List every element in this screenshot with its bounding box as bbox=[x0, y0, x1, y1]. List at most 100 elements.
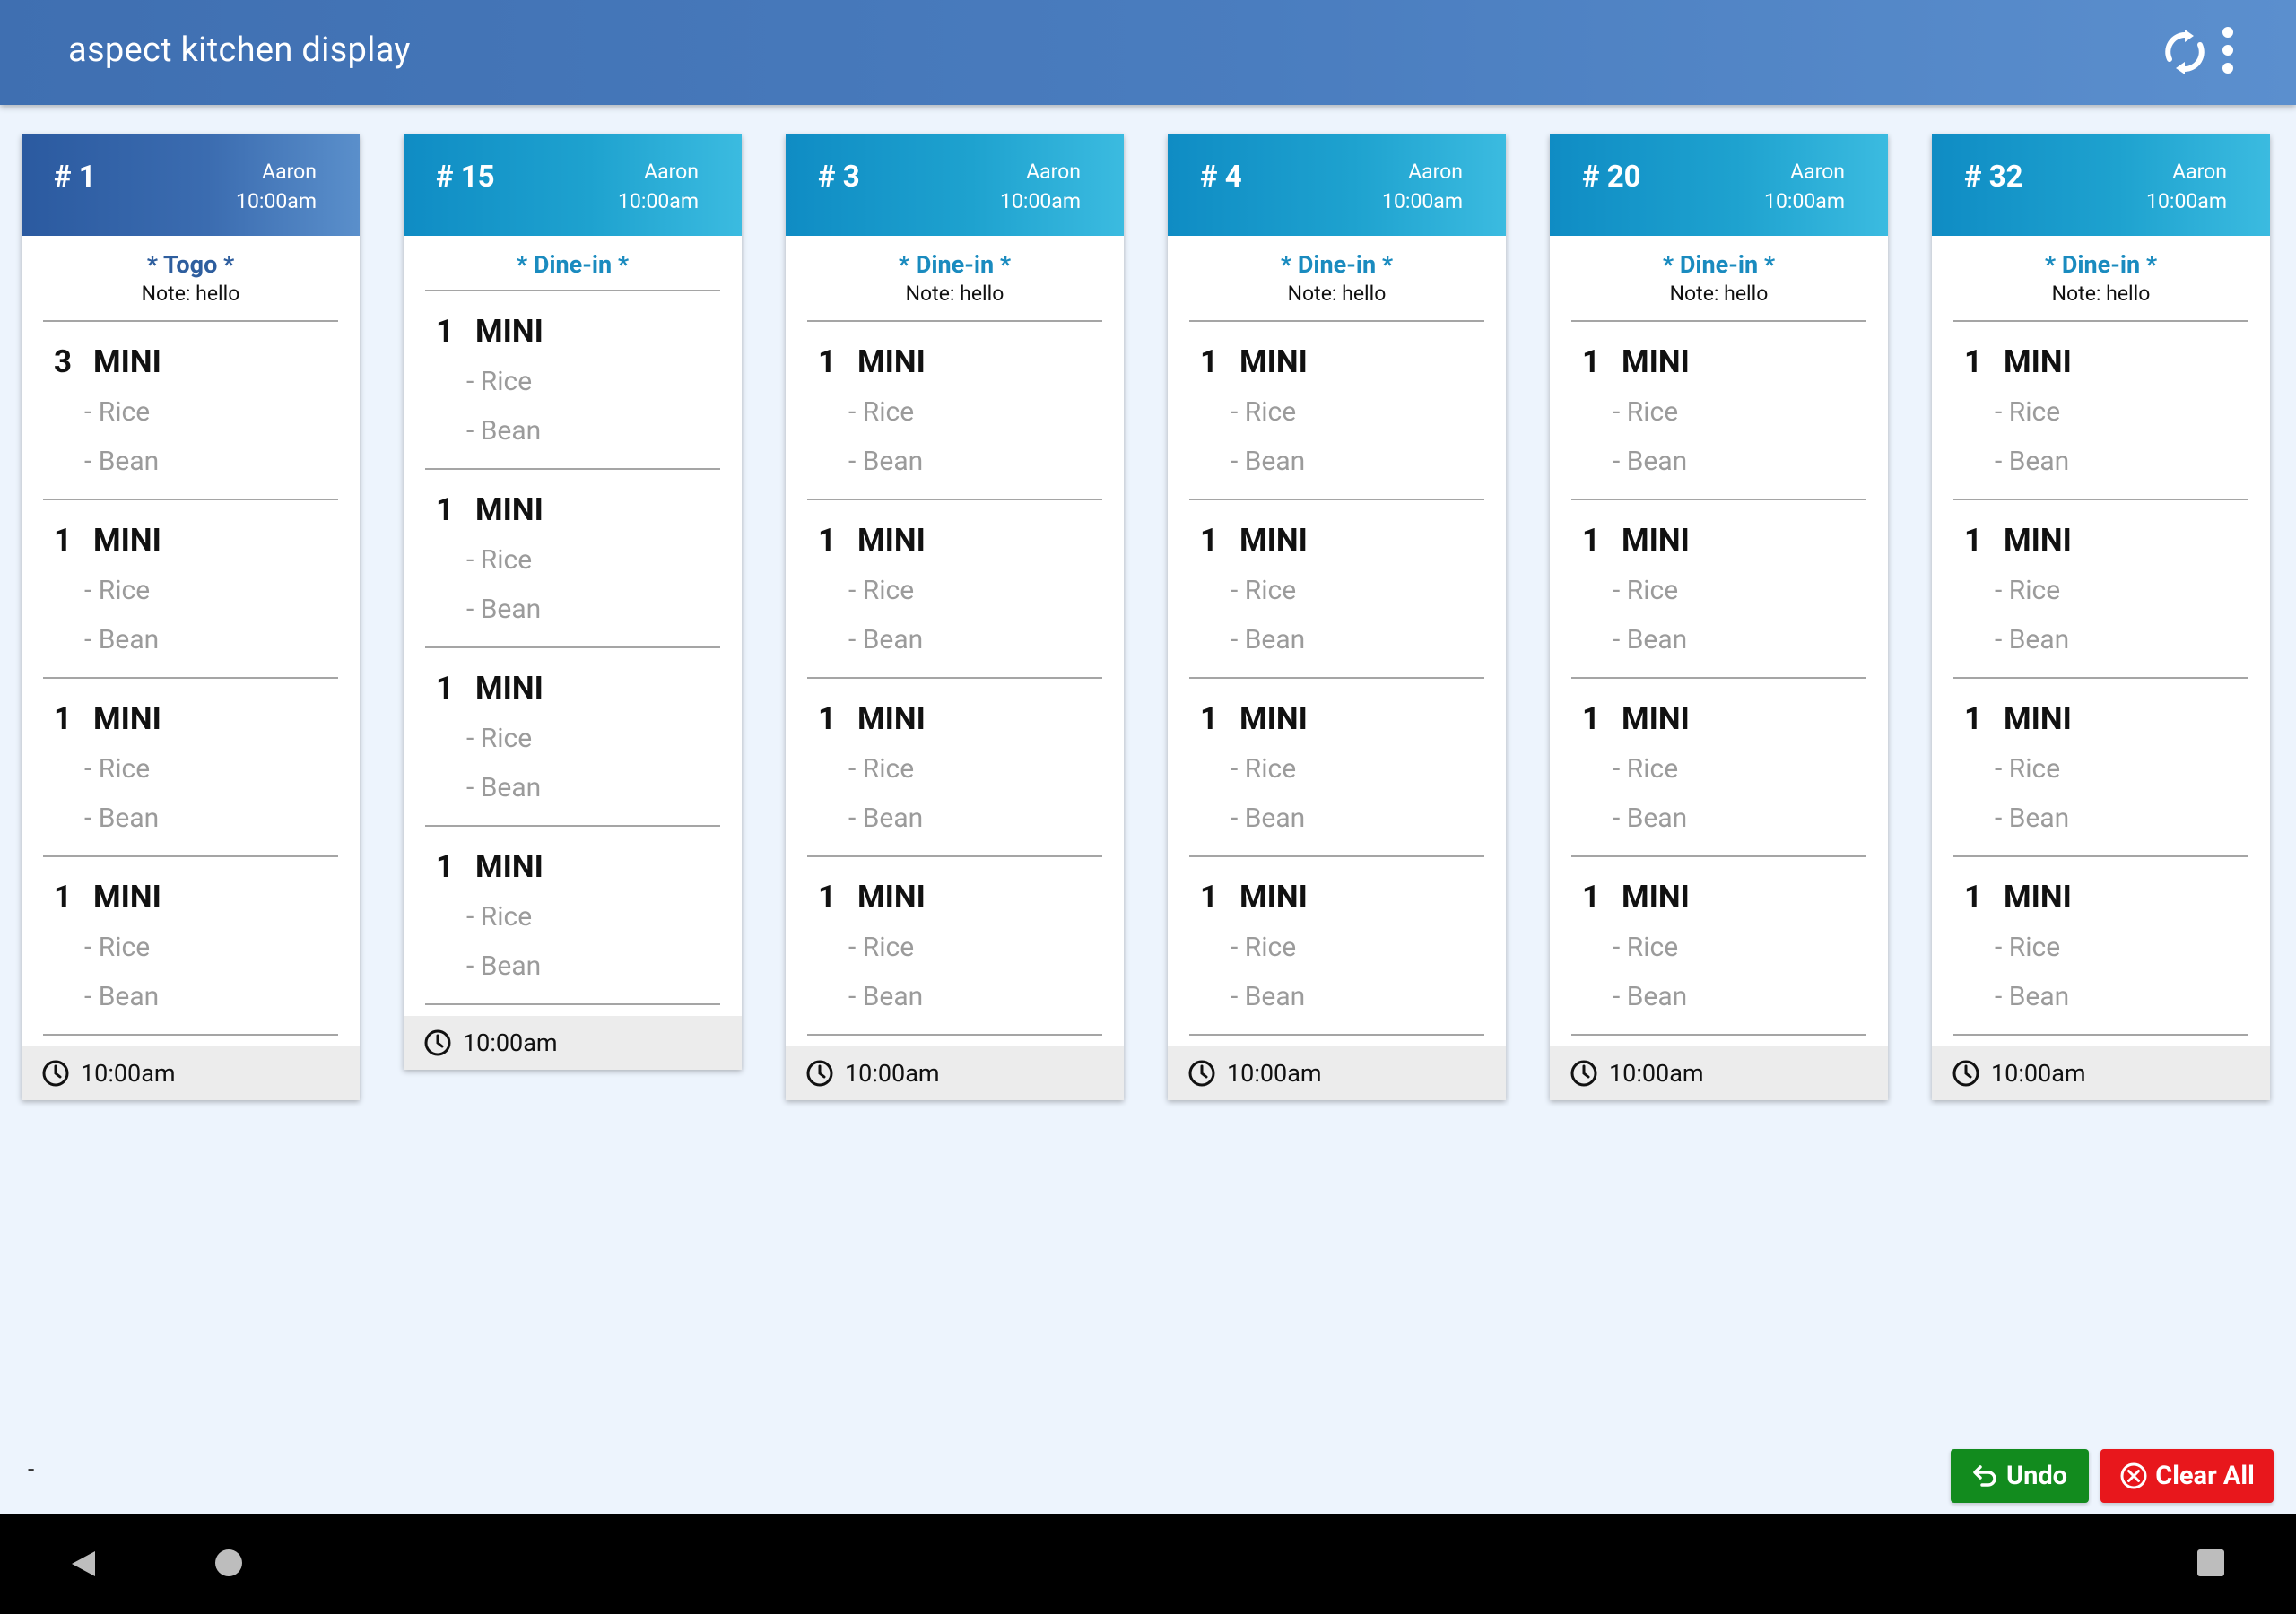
order-item[interactable]: 1 MINI - Rice - Bean bbox=[425, 470, 720, 648]
cancel-circle-icon bbox=[2120, 1462, 2147, 1489]
ticket-footer: 10:00am bbox=[786, 1046, 1124, 1100]
item-qty: 1 bbox=[1964, 522, 1983, 559]
item-modifier: - Bean bbox=[1613, 446, 1688, 477]
item-name: MINI bbox=[1622, 522, 1690, 559]
item-name: MINI bbox=[93, 343, 161, 380]
item-modifier: - Rice bbox=[848, 396, 915, 428]
item-modifier: - Rice bbox=[84, 575, 151, 606]
item-name: MINI bbox=[1239, 343, 1308, 380]
order-item[interactable]: 1 MINI - Rice - Bean bbox=[43, 679, 338, 857]
order-item[interactable]: 3 MINI - Rice - Bean bbox=[43, 322, 338, 500]
order-note: Note: hello bbox=[1669, 282, 1769, 306]
item-name: MINI bbox=[857, 522, 926, 559]
item-name: MINI bbox=[93, 700, 161, 737]
item-modifier: - Rice bbox=[1231, 396, 1297, 428]
order-item[interactable]: 1 MINI - Rice - Bean bbox=[807, 500, 1102, 679]
order-item[interactable]: 1 MINI - Rice - Bean bbox=[1189, 322, 1484, 500]
item-name: MINI bbox=[2004, 879, 2072, 915]
order-ticket[interactable]: # 20 Aaron 10:00am * Dine-in * Note: hel… bbox=[1550, 134, 1888, 1100]
item-modifier: - Rice bbox=[848, 575, 915, 606]
order-item[interactable]: 1 MINI - Rice - Bean bbox=[1571, 857, 1866, 1036]
item-modifier: - Rice bbox=[466, 366, 533, 397]
item-qty: 1 bbox=[54, 700, 73, 737]
ticket-meta: Aaron 10:00am bbox=[1764, 157, 1845, 216]
footer-time: 10:00am bbox=[845, 1059, 940, 1088]
clear-all-button[interactable]: Clear All bbox=[2100, 1449, 2274, 1503]
undo-button[interactable]: Undo bbox=[1951, 1449, 2089, 1503]
order-ticket[interactable]: # 3 Aaron 10:00am * Dine-in * Note: hell… bbox=[786, 134, 1124, 1100]
item-modifier: - Rice bbox=[466, 723, 533, 754]
order-item[interactable]: 1 MINI - Rice - Bean bbox=[1953, 857, 2248, 1036]
order-item[interactable]: 1 MINI - Rice - Bean bbox=[1189, 500, 1484, 679]
item-name: MINI bbox=[2004, 700, 2072, 737]
order-item[interactable]: 1 MINI - Rice - Bean bbox=[807, 679, 1102, 857]
order-item[interactable]: 1 MINI - Rice - Bean bbox=[425, 648, 720, 827]
order-item[interactable]: 1 MINI - Rice - Bean bbox=[1953, 500, 2248, 679]
order-item[interactable]: 1 MINI - Rice - Bean bbox=[807, 322, 1102, 500]
order-item[interactable]: 1 MINI - Rice - Bean bbox=[425, 827, 720, 1005]
item-qty: 1 bbox=[1200, 700, 1219, 737]
ticket-header: # 3 Aaron 10:00am bbox=[786, 134, 1124, 236]
item-qty: 1 bbox=[818, 879, 837, 915]
back-icon[interactable] bbox=[70, 1549, 97, 1578]
order-item[interactable]: 1 MINI - Rice - Bean bbox=[1571, 322, 1866, 500]
order-item[interactable]: 1 MINI - Rice - Bean bbox=[1189, 857, 1484, 1036]
item-modifier: - Bean bbox=[1613, 624, 1688, 655]
order-time: 10:00am bbox=[1764, 189, 1845, 213]
item-modifier: - Rice bbox=[466, 544, 533, 576]
server-name: Aaron bbox=[644, 160, 699, 184]
order-type: * Dine-in * bbox=[516, 250, 630, 279]
item-qty: 3 bbox=[54, 343, 73, 380]
item-modifier: - Rice bbox=[1995, 575, 2061, 606]
item-modifier: - Bean bbox=[1231, 446, 1306, 477]
order-item[interactable]: 1 MINI - Rice - Bean bbox=[1953, 322, 2248, 500]
item-modifier: - Bean bbox=[848, 803, 924, 834]
item-modifier: - Rice bbox=[1995, 396, 2061, 428]
order-time: 10:00am bbox=[1000, 189, 1081, 213]
ticket-header: # 15 Aaron 10:00am bbox=[404, 134, 742, 236]
item-modifier: - Bean bbox=[848, 624, 924, 655]
order-item[interactable]: 1 MINI - Rice - Bean bbox=[1571, 679, 1866, 857]
order-item[interactable]: 1 MINI - Rice - Bean bbox=[425, 291, 720, 470]
item-modifier: - Rice bbox=[1231, 575, 1297, 606]
order-ticket[interactable]: # 1 Aaron 10:00am * Togo * Note: hello 3… bbox=[22, 134, 360, 1100]
order-ticket[interactable]: # 4 Aaron 10:00am * Dine-in * Note: hell… bbox=[1168, 134, 1506, 1100]
ticket-footer: 10:00am bbox=[1932, 1046, 2270, 1100]
item-modifier: - Rice bbox=[84, 932, 151, 963]
order-item[interactable]: 1 MINI - Rice - Bean bbox=[1953, 679, 2248, 857]
item-qty: 1 bbox=[54, 522, 73, 559]
item-qty: 1 bbox=[818, 522, 837, 559]
item-modifier: - Rice bbox=[1613, 575, 1679, 606]
app-bar: aspect kitchen display bbox=[0, 0, 2296, 105]
item-qty: 1 bbox=[1582, 879, 1601, 915]
order-type-box: * Togo * Note: hello bbox=[22, 236, 360, 309]
item-modifier: - Bean bbox=[1231, 981, 1306, 1012]
order-item[interactable]: 1 MINI - Rice - Bean bbox=[1571, 500, 1866, 679]
item-modifier: - Rice bbox=[1613, 396, 1679, 428]
order-ticket[interactable]: # 15 Aaron 10:00am * Dine-in * 1 MINI - R… bbox=[404, 134, 742, 1070]
order-ticket[interactable]: # 32 Aaron 10:00am * Dine-in * Note: hel… bbox=[1932, 134, 2270, 1100]
item-modifier: - Rice bbox=[466, 901, 533, 933]
item-name: MINI bbox=[1239, 700, 1308, 737]
home-icon[interactable] bbox=[215, 1549, 242, 1576]
order-item[interactable]: 1 MINI - Rice - Bean bbox=[43, 500, 338, 679]
order-type-box: * Dine-in * Note: hello bbox=[1550, 236, 1888, 309]
item-name: MINI bbox=[93, 522, 161, 559]
footer-time: 10:00am bbox=[1991, 1059, 2086, 1088]
more-vert-icon[interactable] bbox=[2219, 27, 2237, 77]
app-title: aspect kitchen display bbox=[68, 30, 411, 70]
item-modifier: - Rice bbox=[848, 753, 915, 785]
order-item[interactable]: 1 MINI - Rice - Bean bbox=[807, 857, 1102, 1036]
recent-apps-icon[interactable] bbox=[2197, 1549, 2224, 1576]
ticket-meta: Aaron 10:00am bbox=[1382, 157, 1463, 216]
order-type-box: * Dine-in * Note: hello bbox=[1932, 236, 2270, 309]
order-note: Note: hello bbox=[905, 282, 1004, 306]
item-name: MINI bbox=[857, 343, 926, 380]
item-modifier: - Bean bbox=[84, 624, 160, 655]
item-qty: 1 bbox=[1582, 522, 1601, 559]
order-item[interactable]: 1 MINI - Rice - Bean bbox=[43, 857, 338, 1036]
item-qty: 1 bbox=[436, 848, 455, 885]
order-item[interactable]: 1 MINI - Rice - Bean bbox=[1189, 679, 1484, 857]
ticket-footer: 10:00am bbox=[404, 1016, 742, 1070]
refresh-icon[interactable] bbox=[2164, 30, 2205, 74]
